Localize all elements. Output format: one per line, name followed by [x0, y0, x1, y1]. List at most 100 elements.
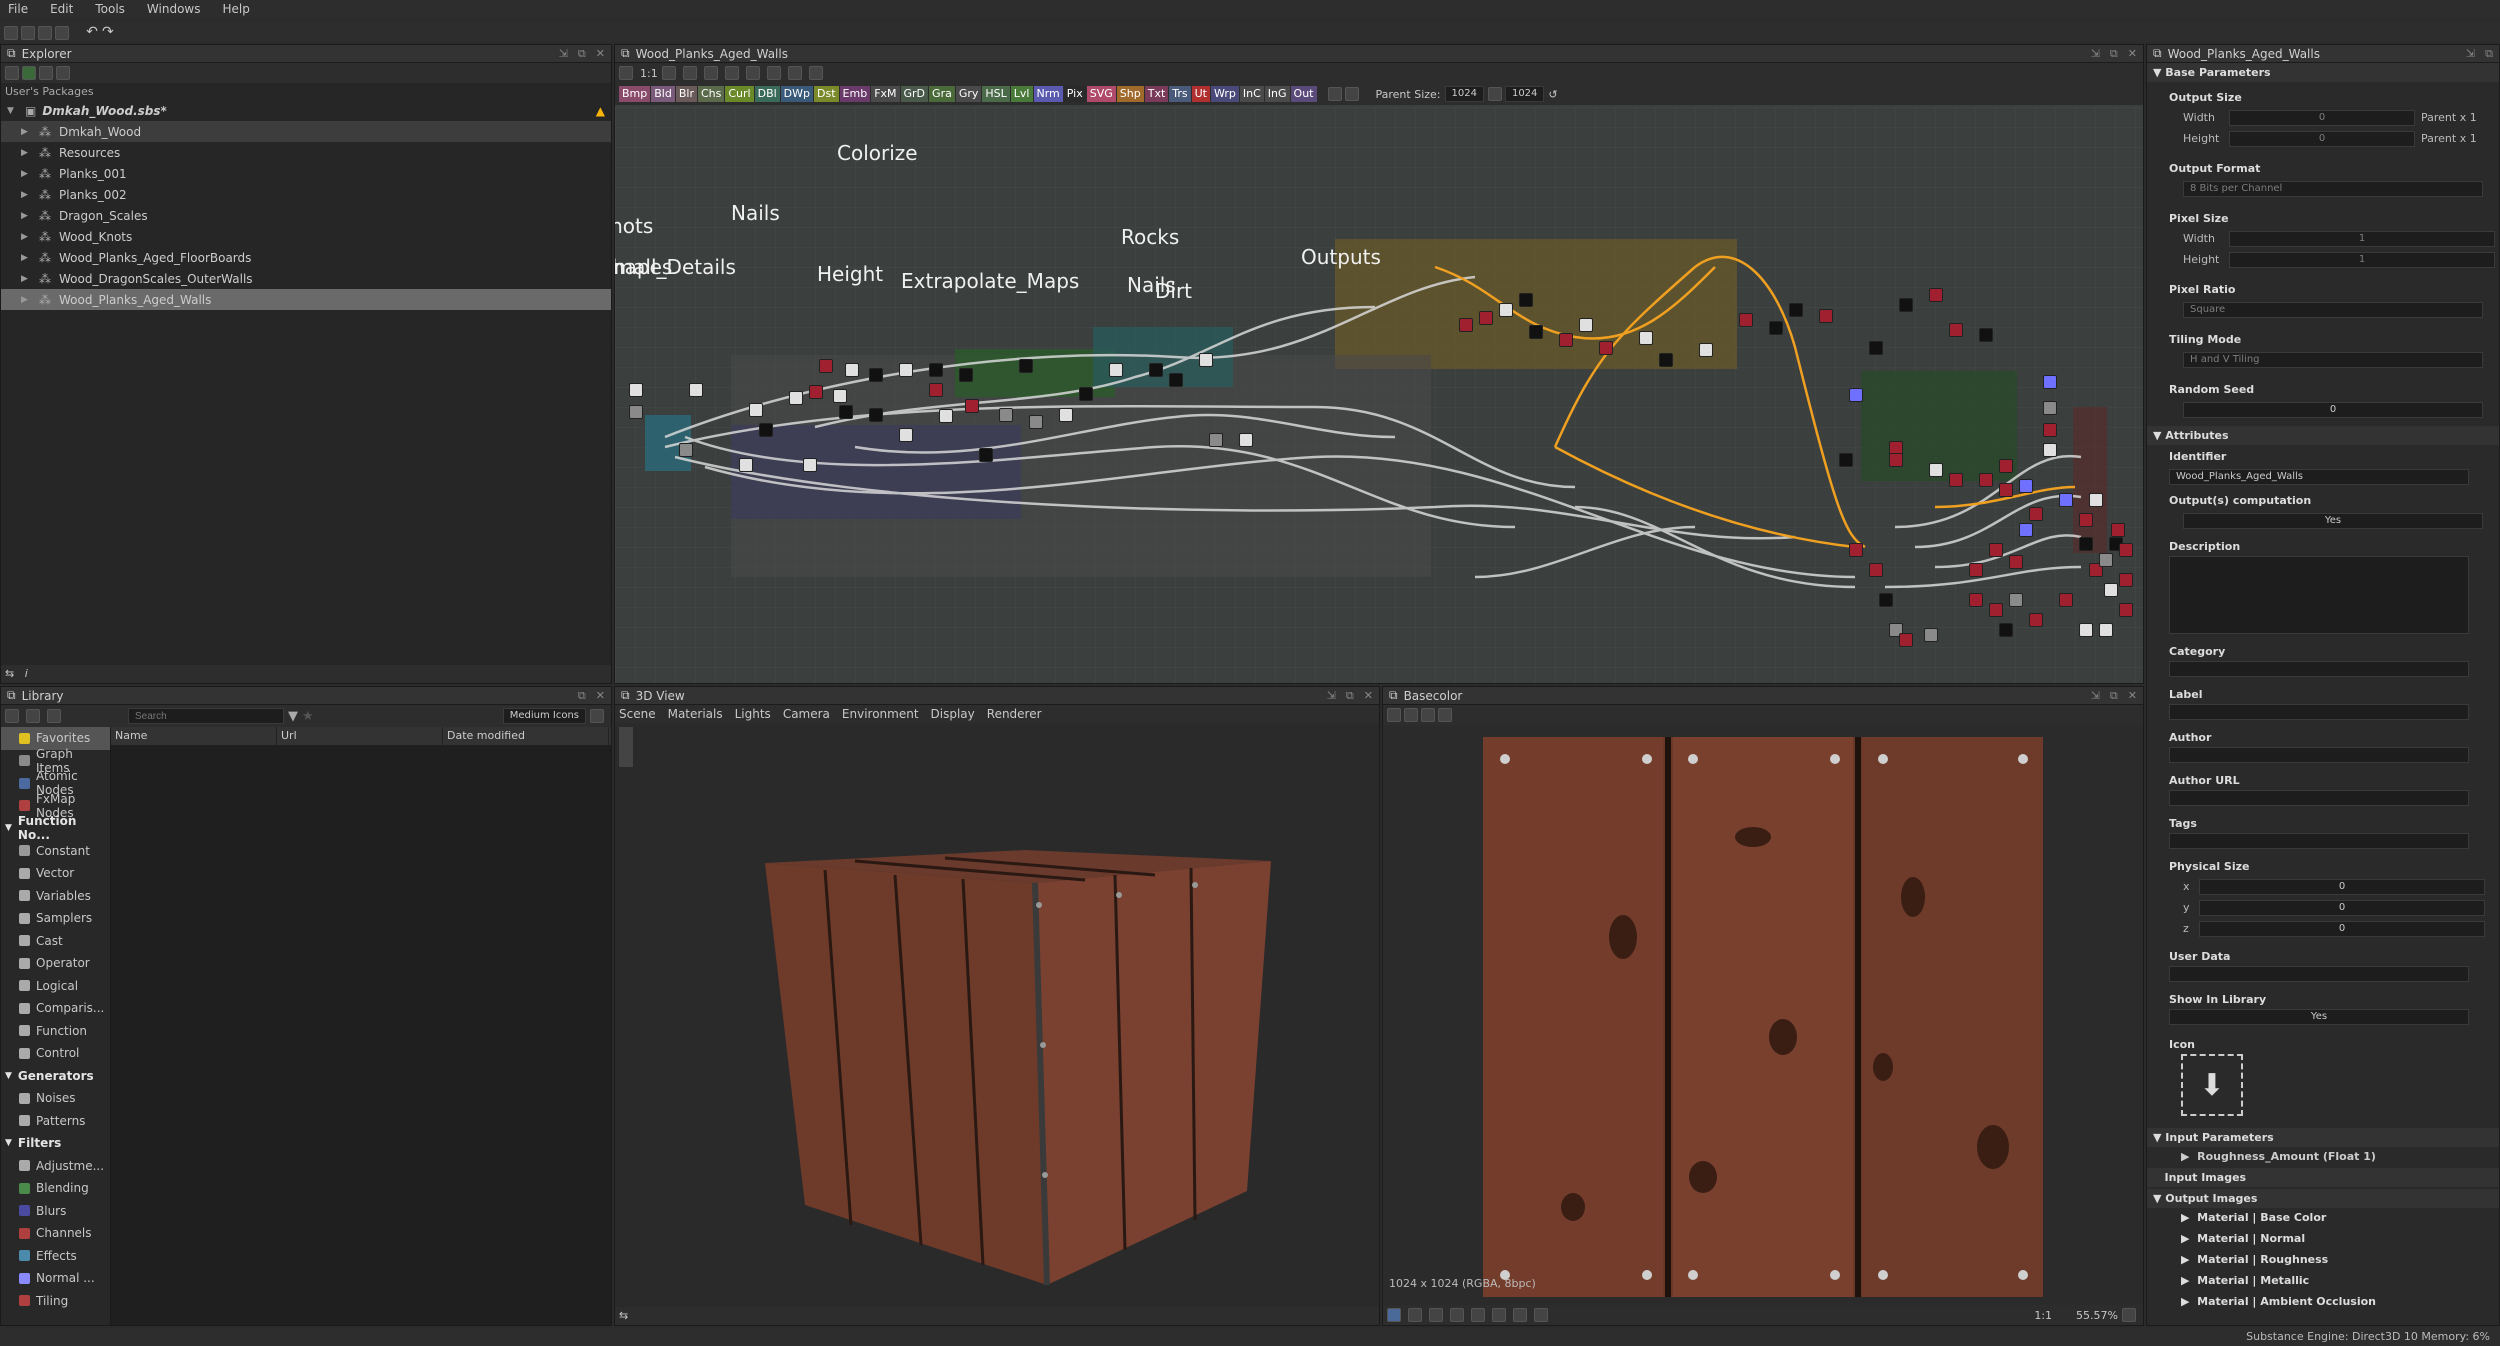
graph-node[interactable]	[1979, 473, 1993, 487]
pan-icon[interactable]	[1438, 707, 1452, 722]
graph-node[interactable]	[899, 428, 913, 442]
graph-node[interactable]	[1499, 303, 1513, 317]
explorer-item[interactable]: ▶ ⁂ Dragon_Scales	[1, 205, 611, 226]
graph-node[interactable]	[959, 368, 973, 382]
expand-arrow-icon[interactable]: ▼	[5, 1071, 12, 1081]
frame-icon[interactable]	[619, 66, 633, 80]
library-item[interactable]: ▼ Generators	[1, 1065, 110, 1088]
graph-node[interactable]	[1529, 325, 1543, 339]
graph-node[interactable]	[929, 383, 943, 397]
graph-node[interactable]	[789, 391, 803, 405]
graph-node[interactable]	[1949, 473, 1963, 487]
expand-arrow-icon[interactable]: ▶	[21, 169, 28, 179]
align-icon[interactable]	[745, 66, 760, 80]
library-item[interactable]: Normal ...	[1, 1267, 110, 1290]
graph-node[interactable]	[2009, 593, 2023, 607]
width-select[interactable]: 1024	[1444, 86, 1484, 102]
atomic-node-button[interactable]: Out	[1290, 86, 1317, 102]
view3d-menu-scene[interactable]: Scene	[619, 707, 656, 721]
graph-node[interactable]	[629, 405, 643, 419]
color-picker-icon[interactable]	[1534, 1308, 1548, 1322]
phys-y-field[interactable]: 0	[2199, 899, 2485, 916]
library-item[interactable]: Vector	[1, 862, 110, 885]
graph-node[interactable]	[899, 363, 913, 377]
atomic-node-button[interactable]: GrD	[900, 86, 929, 102]
graph-node[interactable]	[2089, 493, 2103, 507]
expand-arrow-icon[interactable]: ▶	[21, 190, 28, 200]
info-icon[interactable]	[682, 66, 697, 80]
close-icon[interactable]: ✕	[596, 689, 605, 703]
graph-node[interactable]	[2119, 543, 2133, 557]
graph-node[interactable]	[2059, 593, 2073, 607]
atomic-node-button[interactable]: FxM	[871, 86, 900, 102]
graph-node[interactable]	[1519, 293, 1533, 307]
library-item[interactable]: Channels	[1, 1222, 110, 1245]
view3d-menu-lights[interactable]: Lights	[735, 707, 771, 721]
roughness-param[interactable]: ▶ Roughness_Amount (Float 1)	[2147, 1147, 2499, 1166]
star-icon[interactable]: ★	[302, 709, 314, 724]
graph-node[interactable]	[679, 443, 693, 457]
graph-node[interactable]	[939, 409, 953, 423]
frame-shapes[interactable]	[731, 425, 1021, 519]
atomic-node-button[interactable]: Shp	[1116, 86, 1144, 102]
graph-node[interactable]	[1999, 483, 2013, 497]
menu-windows[interactable]: Windows	[147, 2, 201, 16]
menu-tools[interactable]: Tools	[95, 2, 125, 16]
graph-node[interactable]	[1479, 311, 1493, 325]
delete-icon[interactable]	[47, 709, 61, 723]
attributes-header[interactable]: ▼ Attributes	[2147, 426, 2499, 445]
float-icon[interactable]: ⧉	[578, 47, 586, 61]
menu-edit[interactable]: Edit	[50, 2, 73, 16]
explorer-item[interactable]: ▶ ⁂ Resources	[1, 142, 611, 163]
graph-node[interactable]	[2043, 423, 2057, 437]
description-field[interactable]	[2169, 556, 2469, 634]
base-parameters-header[interactable]: ▼ Base Parameters	[2147, 63, 2499, 82]
library-item[interactable]: Logical	[1, 975, 110, 998]
library-item[interactable]: Adjustme...	[1, 1155, 110, 1178]
graph-node[interactable]	[979, 448, 993, 462]
output-image-item[interactable]: ▶ Material | Metallic	[2147, 1271, 2499, 1292]
frame-title[interactable]: Dirt	[1155, 279, 1192, 303]
view3d-menu-display[interactable]: Display	[931, 707, 975, 721]
library-item[interactable]: Constant	[1, 840, 110, 863]
open-icon[interactable]	[21, 25, 35, 40]
show-in-library-select[interactable]: Yes	[2169, 1009, 2469, 1025]
graph-node[interactable]	[2043, 375, 2057, 389]
zoom-label[interactable]: 1:1	[640, 67, 658, 80]
graph-node[interactable]	[1199, 353, 1213, 367]
histogram-icon[interactable]	[1513, 1308, 1527, 1322]
library-item[interactable]: Effects	[1, 1245, 110, 1268]
graph-node[interactable]	[1659, 353, 1673, 367]
camera-icon[interactable]: ⇆	[619, 1309, 628, 1322]
search-icon[interactable]	[703, 66, 718, 80]
filter-icon[interactable]: ▼	[288, 709, 298, 724]
input-images-header[interactable]: Input Images	[2147, 1168, 2499, 1187]
label-field[interactable]	[2169, 704, 2469, 720]
new-icon[interactable]	[4, 25, 18, 40]
save-icon[interactable]	[38, 25, 52, 40]
atomic-node-button[interactable]: SVG	[1086, 86, 1116, 102]
graph-node[interactable]	[1109, 363, 1123, 377]
atomic-node-button[interactable]: Wrp	[1211, 86, 1239, 102]
save-all-icon[interactable]	[55, 25, 69, 40]
graph-node[interactable]	[2009, 555, 2023, 569]
graph-node[interactable]	[2119, 573, 2133, 587]
layout-icon[interactable]	[724, 66, 739, 80]
expand-arrow-icon[interactable]: ▶	[21, 127, 28, 137]
graph-node[interactable]	[1869, 341, 1883, 355]
float-icon[interactable]: ⧉	[2110, 47, 2118, 61]
explorer-item[interactable]: ▶ ⁂ Wood_DragonScales_OuterWalls	[1, 268, 611, 289]
expand-arrow-icon[interactable]: ▶	[21, 274, 28, 284]
redo-icon[interactable]: ↷	[102, 24, 114, 40]
graph-node[interactable]	[2079, 623, 2093, 637]
graph-node[interactable]	[1239, 433, 1253, 447]
graph-node[interactable]	[759, 423, 773, 437]
category-field[interactable]	[2169, 661, 2469, 677]
graph-node[interactable]	[1979, 328, 1993, 342]
search-input[interactable]	[128, 708, 284, 724]
expand-arrow-icon[interactable]: ▶	[21, 148, 28, 158]
graph-node[interactable]	[1924, 628, 1938, 642]
graph-node[interactable]	[809, 385, 823, 399]
atomic-node-button[interactable]: InG	[1264, 86, 1290, 102]
close-icon[interactable]: ✕	[596, 47, 605, 61]
